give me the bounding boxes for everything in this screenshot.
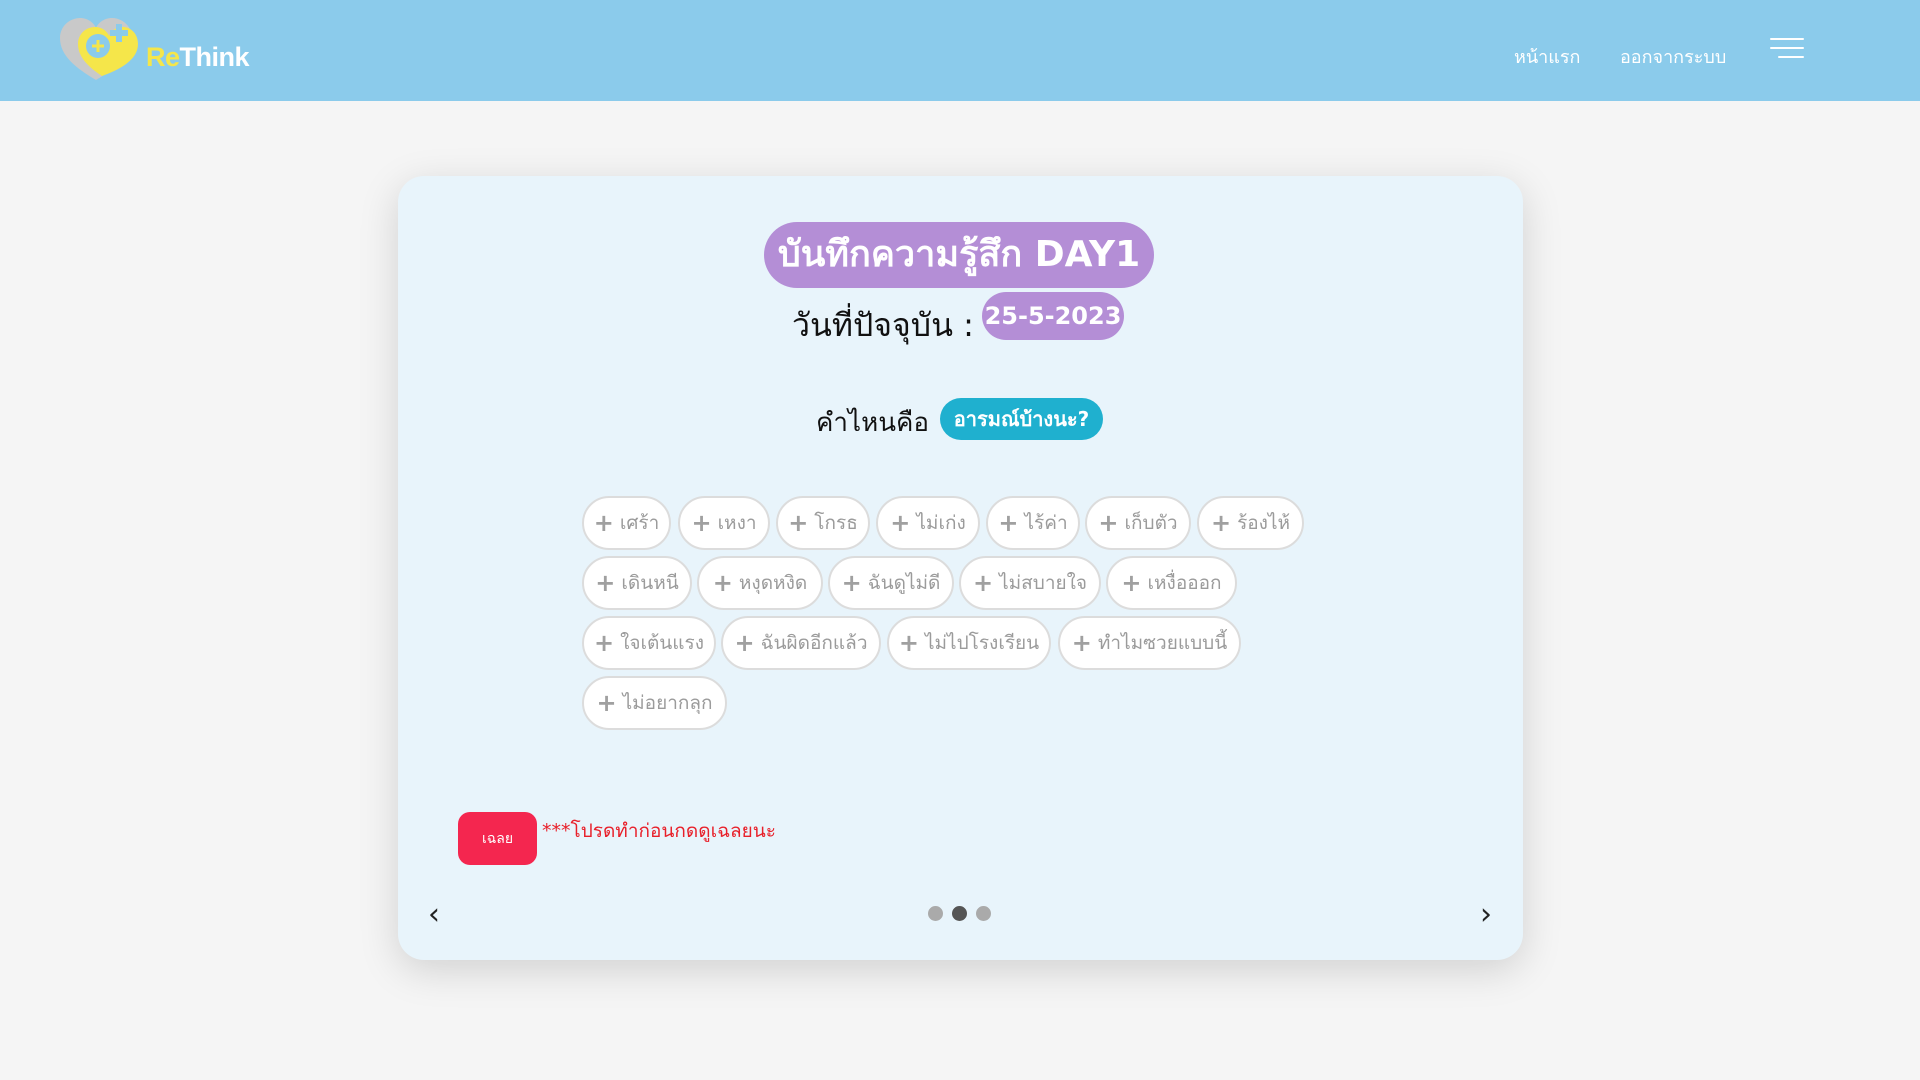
logo-text-think: Think [179,41,250,72]
emotion-tag[interactable]: + เศร้า [582,496,671,550]
carousel-dot[interactable] [928,906,943,921]
plus-icon: + [1121,569,1142,597]
question-row: คำไหนคือ อารมณ์บ้างนะ? [398,398,1523,440]
page-title: บันทึกความรู้สึก DAY1 [764,222,1154,288]
carousel-prev-icon[interactable]: ‹ [428,900,440,930]
emotion-tag[interactable]: + เหงื่อออก [1106,556,1237,610]
hamburger-line [1770,47,1804,49]
carousel-next-icon[interactable]: › [1480,900,1492,930]
plus-icon: + [898,629,919,657]
nav-logout-link[interactable]: ออกจากระบบ [1620,42,1726,71]
date-row: วันที่ปัจจุบัน : 25-5-2023 [398,292,1523,344]
tag-label: ฉันผิดอีกแล้ว [760,632,868,654]
tag-label: ไม่ไปโรงเรียน [924,632,1040,654]
carousel-indicators [928,906,1008,922]
emotion-tag[interactable]: + ใจเต้นแรง [582,616,716,670]
tag-label: เหงื่อออก [1147,572,1222,594]
carousel-dot-active[interactable] [952,906,967,921]
emotion-tag[interactable]: + หงุดหงิด [697,556,823,610]
tag-label: ใจเต้นแรง [620,632,705,654]
emotion-tag[interactable]: + ไม่เก่ง [876,496,980,550]
tag-label: ไร้ค่า [1024,512,1068,534]
rethink-logo[interactable]: ReThink [56,16,256,86]
tag-label: เศร้า [619,512,660,534]
emotion-tag[interactable]: + ไม่สบายใจ [959,556,1101,610]
plus-icon: + [593,509,614,537]
tag-label: เหงา [717,512,757,534]
emotion-tag[interactable]: + ไร้ค่า [986,496,1080,550]
plus-icon: + [1210,509,1232,537]
question-badge: อารมณ์บ้างนะ? [940,398,1103,440]
tag-label: ทำไมซวยแบบนี้ [1097,632,1228,654]
plus-icon: + [691,509,712,537]
plus-icon: + [595,569,616,597]
plus-icon: + [1098,509,1119,537]
hamburger-icon[interactable] [1770,38,1804,60]
plus-icon: + [734,629,755,657]
emotion-tag-list: + เศร้า + เหงา + โกรธ + ไม่เก่ง + ไร้ค่า + เก็… [582,496,1332,746]
emotion-tag[interactable]: + เก็บตัว [1085,496,1191,550]
emotion-tag[interactable]: + ฉันผิดอีกแล้ว [721,616,881,670]
tag-label: โกรธ [814,512,858,534]
plus-icon: + [972,569,994,597]
tag-label: หงุดหงิด [738,572,808,594]
date-badge: 25-5-2023 [982,292,1124,340]
question-label: คำไหนคือ [816,408,929,438]
plus-icon: + [998,509,1019,537]
hamburger-line [1770,38,1804,40]
tag-label: ร้องไห้ [1237,512,1291,534]
emotion-tag[interactable]: + ฉันดูไม่ดี [828,556,954,610]
emotion-tag[interactable]: + เหงา [678,496,770,550]
tag-label: ไม่เก่ง [916,512,966,534]
plus-icon: + [1071,629,1092,657]
emotion-tag[interactable]: + ทำไมซวยแบบนี้ [1058,616,1241,670]
emotion-journal-card: บันทึกความรู้สึก DAY1 วันที่ปัจจุบัน : 2… [398,176,1523,960]
emotion-tag[interactable]: + ร้องไห้ [1197,496,1304,550]
date-label: วันที่ปัจจุบัน : [792,306,974,344]
emotion-tag[interactable]: + ไม่อยากลุก [582,676,727,730]
carousel-dot[interactable] [976,906,991,921]
plus-icon: + [593,629,615,657]
logo-text: ReThink [146,41,250,73]
emotion-tag[interactable]: + โกรธ [776,496,870,550]
navbar: ReThink หน้าแรก ออกจากระบบ [0,0,1920,101]
emotion-tag[interactable]: + เดินหนี [582,556,692,610]
tag-label: ฉันดูไม่ดี [867,572,941,594]
plus-icon: + [841,569,862,597]
emotion-tag[interactable]: + ไม่ไปโรงเรียน [887,616,1051,670]
plus-icon: + [712,569,733,597]
nav-home-link[interactable]: หน้าแรก [1514,42,1580,71]
plus-icon: + [596,689,617,717]
logo-text-re: Re [146,41,180,72]
plus-icon: + [890,509,911,537]
brain-heart-logo-icon [60,18,138,80]
tag-label: ไม่สบายใจ [999,572,1088,594]
tag-label: ไม่อยากลุก [622,692,713,714]
tag-label: เดินหนี [621,572,679,594]
tag-label: เก็บตัว [1124,512,1178,534]
answer-button[interactable]: เฉลย [458,812,537,865]
plus-icon: + [788,509,809,537]
answer-hint: ***โปรดทำก่อนกดดูเฉลยนะ [542,820,776,842]
hamburger-line [1778,56,1804,58]
